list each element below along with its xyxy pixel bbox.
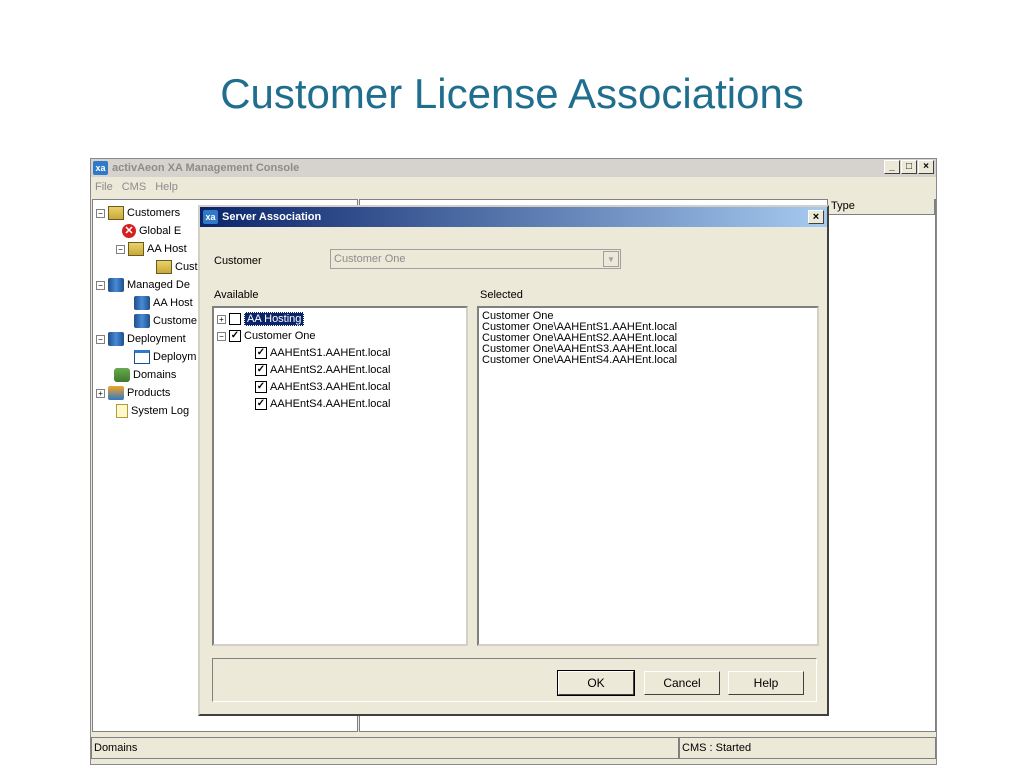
menu-file[interactable]: File <box>95 181 113 193</box>
server-icon <box>134 314 150 328</box>
collapse-icon[interactable]: − <box>96 208 105 218</box>
tree-item-deploym[interactable]: Deploym <box>134 348 196 366</box>
tree-label: Deployment <box>127 333 186 345</box>
tree-label: AA Hosting <box>244 312 305 326</box>
collapse-icon[interactable]: − <box>96 280 105 290</box>
status-right: CMS : Started <box>679 737 936 759</box>
menu-cms[interactable]: CMS <box>122 181 146 193</box>
tree-label: Customer One <box>244 330 316 342</box>
tree-label: Global E <box>139 225 182 237</box>
tree-label: Managed De <box>127 279 190 291</box>
tree-label: Custome <box>153 315 198 327</box>
tree-label: AA Host <box>153 297 193 309</box>
app-logo-icon: xa <box>93 161 108 175</box>
checkbox-customer-one[interactable]: ✓ <box>229 330 241 342</box>
selected-list[interactable]: Customer One Customer One\AAHEntS1.AAHEn… <box>477 306 819 646</box>
domains-icon <box>114 368 130 382</box>
status-left: Domains <box>91 737 679 759</box>
building-icon <box>108 206 124 220</box>
tree-label: Products <box>127 387 171 399</box>
collapse-icon[interactable]: − <box>116 244 125 254</box>
tree-item-managed-customer[interactable]: Custome <box>134 312 197 330</box>
window-title: activAeon XA Management Console <box>112 162 300 174</box>
chevron-down-icon[interactable]: ▼ <box>603 251 619 267</box>
tree-item-system-log[interactable]: System Log <box>116 402 189 420</box>
collapse-icon[interactable]: − <box>217 331 226 341</box>
maximize-button[interactable]: □ <box>901 160 917 174</box>
button-panel: OK Cancel Help <box>212 658 817 702</box>
tree-label: AAHEntS4.AAHEnt.local <box>270 398 391 410</box>
tree-label: AAHEntS3.AAHEnt.local <box>270 381 391 393</box>
tree-item-deployment[interactable]: − Deployment <box>96 330 186 348</box>
available-item-server[interactable]: ✓ AAHEntS1.AAHEnt.local <box>255 344 390 362</box>
close-button[interactable]: × <box>918 160 934 174</box>
collapse-icon[interactable]: − <box>96 334 105 344</box>
tree-item-managed[interactable]: − Managed De <box>96 276 190 294</box>
tree-label: System Log <box>131 405 190 417</box>
dialog-close-button[interactable]: × <box>808 210 824 224</box>
tree-label: AA Host <box>147 243 187 255</box>
building-icon <box>128 242 144 256</box>
list-item[interactable]: Customer One\AAHEntS4.AAHEnt.local <box>482 355 814 366</box>
server-icon <box>108 332 124 346</box>
tree-label: Deploym <box>153 351 197 363</box>
help-button[interactable]: Help <box>728 671 804 695</box>
available-item-aa-hosting[interactable]: + AA Hosting <box>217 310 305 328</box>
slide-title: Customer License Associations <box>220 70 804 117</box>
server-icon <box>134 296 150 310</box>
column-header-type[interactable]: Type <box>827 199 935 215</box>
checkbox-aa-hosting[interactable] <box>229 313 241 325</box>
customer-label: Customer <box>214 255 262 267</box>
dialog-titlebar[interactable]: xa Server Association × <box>200 207 827 227</box>
ok-button[interactable]: OK <box>557 670 635 696</box>
server-association-dialog: xa Server Association × Customer Custome… <box>198 205 829 716</box>
error-icon: ✕ <box>122 224 136 238</box>
available-label: Available <box>214 289 259 301</box>
app-logo-icon: xa <box>203 210 218 224</box>
tree-item-managed-aa-host[interactable]: AA Host <box>134 294 193 312</box>
menu-bar: File CMS Help <box>91 178 178 196</box>
window-titlebar[interactable]: xa activAeon XA Management Console _ □ × <box>91 159 936 177</box>
tree-item-products[interactable]: + Products <box>96 384 170 402</box>
cancel-button[interactable]: Cancel <box>644 671 720 695</box>
products-icon <box>108 386 124 400</box>
available-item-customer-one[interactable]: − ✓ Customer One <box>217 327 316 345</box>
customer-select-value: Customer One <box>334 253 406 265</box>
tree-label: Cust <box>175 261 198 273</box>
available-item-server[interactable]: ✓ AAHEntS3.AAHEnt.local <box>255 378 390 396</box>
dialog-title: Server Association <box>222 211 322 223</box>
building-icon <box>156 260 172 274</box>
tree-label: AAHEntS1.AAHEnt.local <box>270 347 391 359</box>
minimize-button[interactable]: _ <box>884 160 900 174</box>
tree-item-customers[interactable]: − Customers <box>96 204 180 222</box>
checkbox-server[interactable]: ✓ <box>255 364 267 376</box>
status-bar: Domains CMS : Started <box>91 737 936 759</box>
checkbox-server[interactable]: ✓ <box>255 347 267 359</box>
checkbox-server[interactable]: ✓ <box>255 381 267 393</box>
available-item-server[interactable]: ✓ AAHEntS2.AAHEnt.local <box>255 361 390 379</box>
checkbox-server[interactable]: ✓ <box>255 398 267 410</box>
expand-icon[interactable]: + <box>96 388 105 398</box>
tree-item-global[interactable]: ✕ Global E <box>122 222 181 240</box>
menu-help[interactable]: Help <box>155 181 178 193</box>
selected-label: Selected <box>480 289 523 301</box>
customer-select[interactable]: Customer One ▼ <box>330 249 621 269</box>
tree-item-aa-host[interactable]: − AA Host <box>116 240 187 258</box>
available-item-server[interactable]: ✓ AAHEntS4.AAHEnt.local <box>255 395 390 413</box>
available-tree[interactable]: + AA Hosting − ✓ Customer One ✓ AAHEntS1… <box>212 306 468 646</box>
tree-item-domains[interactable]: Domains <box>114 366 176 384</box>
log-icon <box>116 404 128 418</box>
tree-label: Customers <box>127 207 181 219</box>
window-icon <box>134 350 150 364</box>
expand-icon[interactable]: + <box>217 314 226 324</box>
window-controls: _ □ × <box>884 160 934 174</box>
server-icon <box>108 278 124 292</box>
tree-item-cust[interactable]: Cust <box>156 258 198 276</box>
tree-label: Domains <box>133 369 177 381</box>
tree-label: AAHEntS2.AAHEnt.local <box>270 364 391 376</box>
